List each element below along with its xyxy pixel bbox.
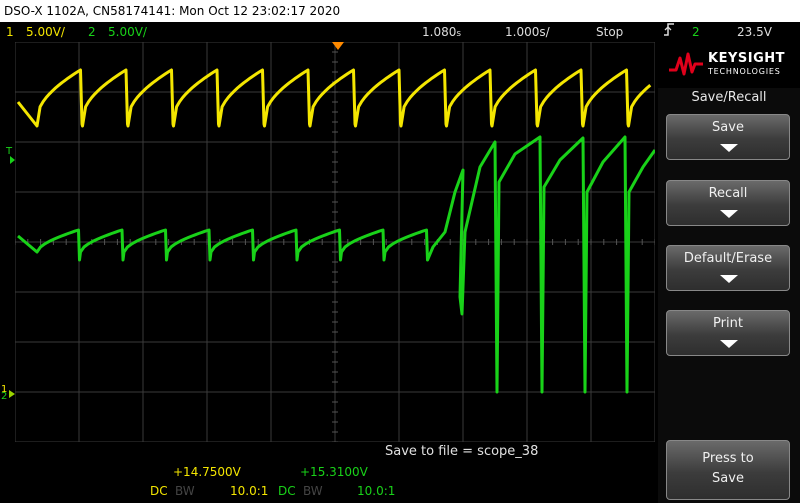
graticule <box>15 42 655 442</box>
keysight-logo: KEYSIGHT TECHNOLOGIES <box>658 42 800 88</box>
recall-softkey[interactable]: Recall <box>666 180 790 226</box>
softkey-panel: KEYSIGHT TECHNOLOGIES Save/Recall Save R… <box>658 42 800 503</box>
ch2-value: +15.3100V <box>300 465 368 479</box>
ch1-number[interactable]: 1 <box>6 22 14 42</box>
ch2-probe[interactable]: 10.0:1 <box>357 484 395 498</box>
ch2-scale[interactable]: 5.00V/ <box>108 22 147 42</box>
save-softkey-label: Save <box>712 120 744 135</box>
trigger-position-marker[interactable] <box>332 42 346 52</box>
chevron-down-icon <box>720 210 738 218</box>
chevron-down-icon <box>720 275 738 283</box>
menu-title: Save/Recall <box>691 90 767 105</box>
print-softkey-label: Print <box>713 316 743 331</box>
channel-info-bar: +14.7500V +15.3100V DC BW 10.0:1 DC BW 1… <box>145 462 657 503</box>
press-to-save-line1: Press to <box>702 451 754 466</box>
ground-arrow <box>9 390 15 398</box>
brand-subtitle: TECHNOLOGIES <box>708 67 781 76</box>
window-title: DSO-X 1102A, CN58174141: Mon Oct 12 23:0… <box>0 0 800 22</box>
save-message: Save to file = scope_38 <box>385 444 539 459</box>
trigger-source[interactable]: 2 <box>692 22 700 42</box>
message-row: Save to file = scope_38 <box>15 442 655 462</box>
brand-name: KEYSIGHT <box>708 51 785 66</box>
ch1-probe[interactable]: 10.0:1 <box>230 484 268 498</box>
ch1-scale[interactable]: 5.00V/ <box>26 22 65 42</box>
ch1-bw-limit[interactable]: BW <box>175 484 195 498</box>
ch2-waveform <box>17 135 655 394</box>
recall-softkey-label: Recall <box>708 186 748 201</box>
ch1-coupling[interactable]: DC <box>150 484 168 498</box>
run-state[interactable]: Stop <box>596 22 623 42</box>
ch2-coupling[interactable]: DC <box>278 484 296 498</box>
keysight-wave-icon <box>669 52 703 76</box>
trigger-level-marker: T <box>5 146 13 157</box>
ch2-bw-limit[interactable]: BW <box>303 484 323 498</box>
time-position-value: 1.080 <box>422 25 457 39</box>
trigger-level[interactable]: 23.5V <box>737 22 772 42</box>
ch2-number[interactable]: 2 <box>88 22 96 42</box>
status-bar: 1 5.00V/ 2 5.00V/ 1.080s 1.000s/ Stop 2 … <box>0 22 800 42</box>
print-softkey[interactable]: Print <box>666 310 790 356</box>
ch1-value: +14.7500V <box>173 465 241 479</box>
default-erase-softkey[interactable]: Default/Erase <box>666 245 790 291</box>
time-base[interactable]: 1.000s/ <box>505 22 550 42</box>
trigger-level-arrow <box>10 156 15 164</box>
left-markers: T 1 2 <box>1 146 15 402</box>
press-to-save-line2: Save <box>712 471 744 486</box>
press-to-save-softkey[interactable]: Press to Save <box>666 440 790 500</box>
ch2-ground-marker: 2 <box>1 391 7 402</box>
save-softkey[interactable]: Save <box>666 114 790 160</box>
chevron-down-icon <box>720 144 738 152</box>
ch1-waveform <box>16 68 652 128</box>
chevron-down-icon <box>720 340 738 348</box>
default-erase-softkey-label: Default/Erase <box>683 251 773 266</box>
time-position-unit: s <box>456 29 462 39</box>
time-position[interactable]: 1.080s <box>422 22 461 44</box>
waveform-display[interactable] <box>15 42 655 442</box>
